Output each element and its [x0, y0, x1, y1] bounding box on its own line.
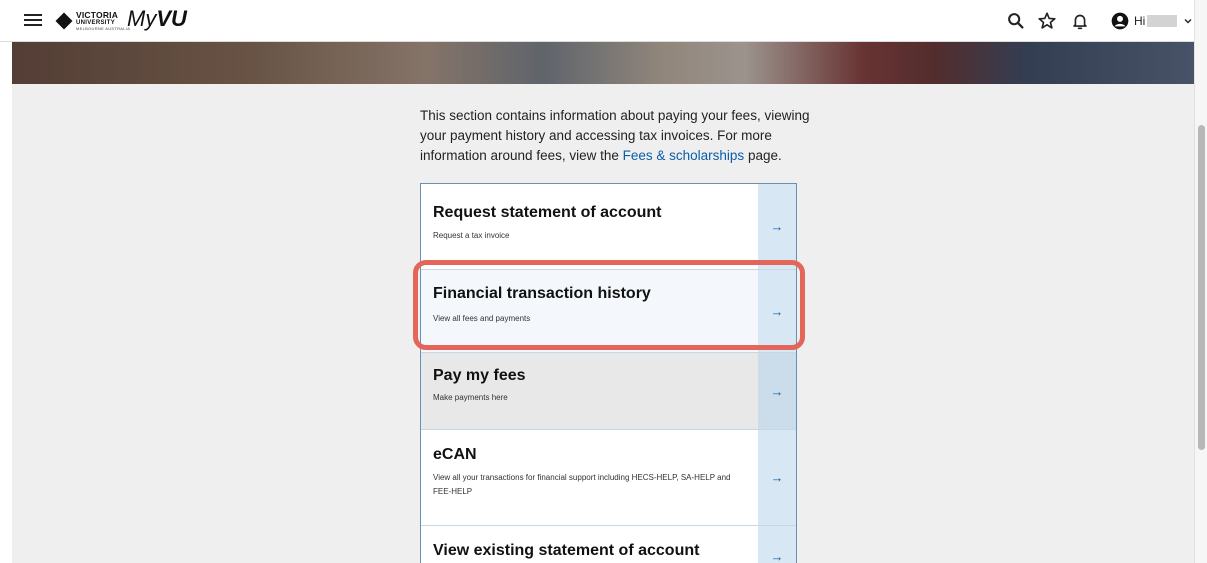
- user-menu[interactable]: Hi: [1110, 10, 1193, 32]
- user-circle-icon: [1111, 12, 1129, 30]
- card-financial-transaction-history[interactable]: Financial transaction history View all f…: [421, 270, 796, 353]
- card-title: Request statement of account: [433, 204, 662, 221]
- finance-card-list: Request statement of account Request a t…: [420, 183, 797, 563]
- victoria-university-logo[interactable]: VICTORIA UNIVERSITY MELBOURNE AUSTRALIA: [55, 10, 131, 31]
- user-greeting: Hi: [1134, 14, 1146, 28]
- card-title: View existing statement of account: [433, 542, 700, 559]
- card-desc: Make payments here: [433, 393, 508, 402]
- arrow-right-icon: →: [758, 526, 796, 563]
- user-name-redacted: [1147, 15, 1178, 27]
- arrow-right-icon: →: [758, 353, 796, 429]
- logo-diamond: [55, 12, 73, 30]
- page-scrollbar[interactable]: [1194, 0, 1207, 563]
- brand-my: My: [127, 6, 157, 31]
- card-request-statement[interactable]: Request statement of account Request a t…: [421, 184, 796, 270]
- card-title: Pay my fees: [433, 367, 526, 384]
- fees-scholarships-link[interactable]: Fees & scholarships: [623, 148, 745, 163]
- brand-vu: VU: [156, 6, 187, 31]
- arrow-right-icon: →: [758, 430, 796, 525]
- menu-icon[interactable]: [22, 11, 44, 31]
- hero-banner-image: [12, 42, 1194, 84]
- card-title: eCAN: [433, 446, 477, 463]
- card-pay-my-fees[interactable]: Pay my fees Make payments here →: [421, 353, 796, 430]
- card-title: Financial transaction history: [433, 285, 651, 302]
- card-desc: Request a tax invoice: [433, 231, 510, 240]
- arrow-right-icon: →: [758, 184, 796, 269]
- arrow-right-icon: →: [758, 270, 796, 352]
- chevron-down-icon: [1184, 19, 1192, 24]
- intro-paragraph: This section contains information about …: [420, 106, 810, 166]
- bell-icon[interactable]: [1069, 10, 1091, 32]
- card-ecan[interactable]: eCAN View all your transactions for fina…: [421, 430, 796, 526]
- logo-line1: VICTORIA: [76, 10, 119, 20]
- card-desc: View all fees and payments: [433, 314, 531, 323]
- search-icon[interactable]: [1005, 10, 1027, 32]
- card-desc: View all your transactions for financial…: [433, 473, 731, 496]
- logo-line2: UNIVERSITY: [76, 19, 116, 26]
- intro-text-end: page.: [744, 148, 782, 163]
- card-view-existing-statement[interactable]: View existing statement of account →: [421, 526, 796, 563]
- top-bar: VICTORIA UNIVERSITY MELBOURNE AUSTRALIA …: [0, 0, 1194, 42]
- star-icon[interactable]: [1036, 10, 1058, 32]
- myvu-brand[interactable]: MyVU: [127, 6, 187, 32]
- logo-line3: MELBOURNE AUSTRALIA: [76, 25, 131, 31]
- scrollbar-thumb[interactable]: [1198, 125, 1205, 450]
